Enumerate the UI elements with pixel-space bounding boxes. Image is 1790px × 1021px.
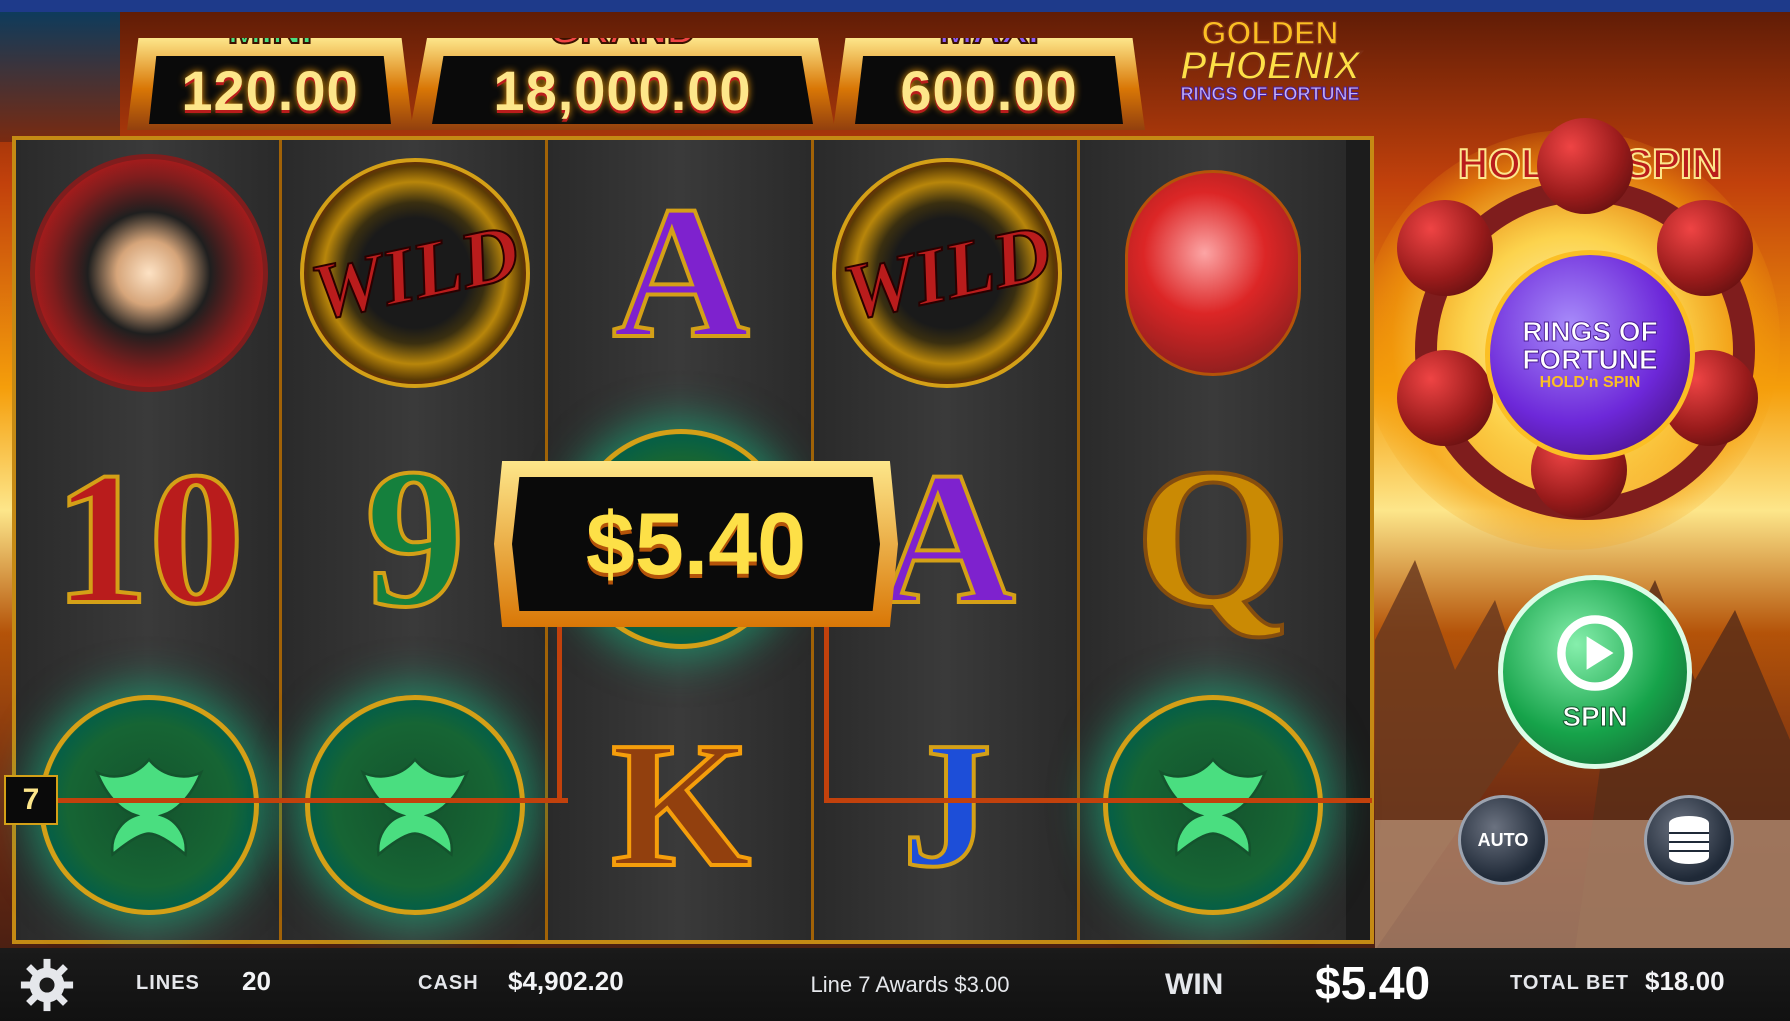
coin-stack-icon [1669,816,1709,864]
king-symbol-text: K [609,705,753,904]
rings-of-fortune-badge: RINGS OF FORTUNE HOLD'n SPIN [1485,250,1695,460]
payline-segment [12,798,568,803]
ring-ball [1397,350,1493,446]
lines-value: 20 [242,966,271,996]
total-bet-label: TOTAL BET [1510,972,1629,994]
phoenix-icon [1103,695,1323,915]
play-icon [1557,615,1633,691]
symbol-ace: A [548,140,814,406]
symbol-wild: WILD [282,140,548,406]
win-amount-popup: $5.40 [494,461,898,627]
game-stage: MINI 120.00 GRAND 18,000.00 MAXI 600.00 … [0,0,1790,1021]
badge-line-1: RINGS OF [1522,316,1658,347]
ring-ball [1397,200,1493,296]
queen-portrait-icon [30,154,268,392]
cash-label: CASH [418,972,479,994]
win-popup-amount: $5.40 [585,494,807,593]
game-logo: GOLDEN PHOENIX RINGS OF FORTUNE [1170,16,1370,118]
symbol-jack: J [814,672,1080,938]
bet-stake-button[interactable] [1644,795,1734,885]
jackpot-maxi-value: 600.00 [900,58,1078,122]
jack-symbol-text: J [900,705,994,904]
jackpot-maxi: MAXI 600.00 [833,38,1145,130]
payline-segment [557,620,562,803]
badge-line-2: FORTUNE [1522,344,1658,375]
payline-segment [824,620,829,803]
ring-ball [1537,118,1633,214]
badge-line-3: HOLD'n SPIN [1539,374,1641,391]
symbol-lantern [1080,140,1346,406]
nine-symbol-text: 9 [363,428,467,649]
autoplay-button[interactable]: AUTO [1458,795,1548,885]
reel-5: Q [1080,140,1346,940]
logo-line-3: RINGS OF FORTUNE [1180,84,1360,105]
jackpot-grand: GRAND 18,000.00 [410,38,835,130]
gear-icon [20,958,74,1012]
win-label: WIN [1165,968,1224,1001]
lines-label: LINES [136,972,200,994]
status-message: Line 7 Awards $3.00 [810,972,1010,997]
total-bet-value: $18.00 [1645,966,1725,996]
phoenix-icon [305,695,525,915]
ace-symbol-text: A [610,168,751,378]
bottom-bar: LINES 20 CASH $4,902.20 Line 7 Awards $3… [0,948,1790,1021]
jackpot-mini: MINI 120.00 [127,38,413,130]
logo-line-2: PHOENIX [1179,44,1361,88]
symbol-queen-card: Q [1080,406,1346,672]
payline-number-badge: 7 [4,775,58,825]
symbol-queen [16,140,282,406]
phoenix-icon [39,695,259,915]
ace-symbol-text: A [876,434,1017,644]
payline-segment [824,798,1372,803]
wild-icon: WILD [832,158,1062,388]
symbol-king: K [548,672,814,938]
jackpot-mini-label: MINI [227,8,313,53]
symbol-phoenix [282,672,548,938]
jackpot-mini-value: 120.00 [181,58,359,122]
wild-icon: WILD [300,158,530,388]
settings-button[interactable] [18,956,76,1014]
spin-label: SPIN [1562,701,1628,733]
ring-ball [1657,200,1753,296]
jackpot-grand-value: 18,000.00 [493,58,752,122]
ten-symbol-text: 10 [52,434,246,644]
cash-value: $4,902.20 [508,966,624,996]
top-strip [0,0,1790,12]
wild-text: WILD [835,207,1060,339]
lantern-icon [1125,170,1301,376]
win-value: $5.40 [1315,957,1431,1009]
symbol-ten: 10 [16,406,282,672]
background-decoration [0,12,120,142]
wild-text: WILD [303,207,528,339]
auto-label: AUTO [1477,829,1529,850]
spin-button[interactable]: SPIN [1498,575,1692,769]
queen-symbol-text: Q [1133,428,1293,649]
symbol-wild: WILD [814,140,1080,406]
symbol-phoenix [1080,672,1346,938]
jackpot-grand-label: GRAND [548,8,697,53]
jackpot-maxi-label: MAXI [938,8,1040,53]
